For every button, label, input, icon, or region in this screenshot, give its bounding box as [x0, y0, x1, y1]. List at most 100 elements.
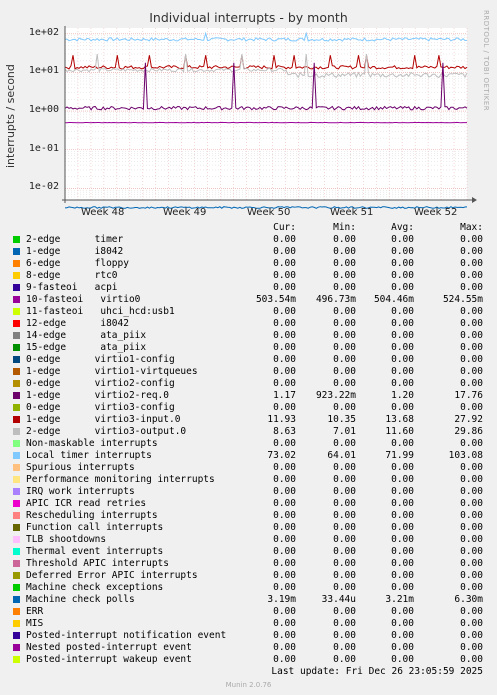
- legend-label: APIC ICR read retries: [26, 498, 147, 509]
- legend-avg: 0.00: [391, 558, 414, 569]
- legend-avg: 0.00: [391, 330, 414, 341]
- legend-swatch: [13, 488, 20, 495]
- legend-swatch: [13, 296, 20, 303]
- legend-avg: 0.00: [391, 510, 414, 521]
- legend-swatch: [13, 368, 20, 375]
- legend-max: 0.00: [460, 654, 483, 665]
- legend-row: Nested posted-interrupt event 0.00 0.00 0.0…: [0, 642, 497, 654]
- legend-swatch: [13, 464, 20, 471]
- legend-max: 0.00: [460, 606, 483, 617]
- legend-label: 6-edge floppy: [26, 258, 129, 269]
- y-tick-label: 1e-01: [28, 142, 59, 154]
- legend-max: 0.00: [460, 282, 483, 293]
- legend-max: 103.08: [448, 450, 483, 461]
- legend-avg: 0.00: [391, 654, 414, 665]
- legend-avg: 0.00: [391, 366, 414, 377]
- legend-max: 0.00: [460, 354, 483, 365]
- legend-label: Posted-interrupt notification event: [26, 630, 227, 641]
- legend-max: 0.00: [460, 618, 483, 629]
- legend-max: 0.00: [460, 342, 483, 353]
- legend-row: 6-edge floppy 0.00 0.00 0.00 0.00: [0, 258, 497, 270]
- legend-avg: 0.00: [391, 570, 414, 581]
- legend-max: 29.86: [454, 426, 483, 437]
- legend-swatch: [13, 632, 20, 639]
- col-max: Max:: [460, 222, 483, 233]
- legend-max: 0.00: [460, 438, 483, 449]
- legend-avg: 0.00: [391, 402, 414, 413]
- legend-avg: 0.00: [391, 318, 414, 329]
- legend-row: Deferred Error APIC interrupts 0.00 0.00 0.…: [0, 570, 497, 582]
- legend-row: ERR 0.00 0.00 0.00 0.00: [0, 606, 497, 618]
- legend-swatch: [13, 380, 20, 387]
- legend-swatch: [13, 608, 20, 615]
- legend-max: 524.55m: [442, 294, 483, 305]
- legend-label: 15-edge ata_piix: [26, 342, 147, 353]
- legend-avg: 11.60: [385, 426, 414, 437]
- legend-label: Local timer interrupts: [26, 450, 152, 461]
- legend-swatch: [13, 272, 20, 279]
- legend-swatch: [13, 260, 20, 267]
- legend-swatch: [13, 308, 20, 315]
- legend-label: ERR: [26, 606, 44, 617]
- legend-max: 0.00: [460, 570, 483, 581]
- legend-avg: 0.00: [391, 606, 414, 617]
- legend-row: 10-fasteoi virtio0 503.54m 496.73m 504.46m 5…: [0, 294, 497, 306]
- x-tick-label: Week 50: [247, 207, 291, 218]
- legend-label: 2-edge virtio3-output.0: [26, 426, 187, 437]
- legend-avg: 71.99: [385, 450, 414, 461]
- legend-max: 0.00: [460, 522, 483, 533]
- legend-max: 0.00: [460, 258, 483, 269]
- y-tick-label: 1e+00: [28, 104, 59, 116]
- legend-label: Performance monitoring interrupts: [26, 474, 215, 485]
- legend-row: 15-edge ata_piix 0.00 0.00 0.00 0.00: [0, 342, 497, 354]
- legend-avg: 0.00: [391, 630, 414, 641]
- legend-label: 2-edge timer: [26, 234, 124, 245]
- legend-max: 0.00: [460, 378, 483, 389]
- legend-swatch: [13, 452, 20, 459]
- legend-label: Thermal event interrupts: [26, 546, 164, 557]
- legend-row: Local timer interrupts 73.02 64.01 71.99 103…: [0, 450, 497, 462]
- legend-swatch: [13, 620, 20, 627]
- legend-max: 0.00: [460, 474, 483, 485]
- legend-max: 0.00: [460, 234, 483, 245]
- legend-label: 9-fasteoi acpi: [26, 282, 118, 293]
- legend-swatch: [13, 284, 20, 291]
- legend-row: 9-fasteoi acpi 0.00 0.00 0.00 0.00: [0, 282, 497, 294]
- legend-label: 1-edge virtio2-req.0: [26, 390, 169, 401]
- legend-max: 0.00: [460, 270, 483, 281]
- legend-row: TLB shootdowns 0.00 0.00 0.00 0.00: [0, 534, 497, 546]
- legend-swatch: [13, 356, 20, 363]
- legend-label: 11-fasteoi uhci_hcd:usb1: [26, 306, 175, 317]
- legend-row: Rescheduling interrupts 0.00 0.00 0.00 0.00: [0, 510, 497, 522]
- legend-label: TLB shootdowns: [26, 534, 107, 545]
- legend-row: 14-edge ata_piix 0.00 0.00 0.00 0.00: [0, 330, 497, 342]
- legend-max: 0.00: [460, 642, 483, 653]
- legend-row: 12-edge i8042 0.00 0.00 0.00 0.00: [0, 318, 497, 330]
- col-cur: Cur:: [273, 222, 296, 233]
- legend-row: Posted-interrupt wakeup event 0.00 0.00 0.0…: [0, 654, 497, 666]
- legend-swatch: [13, 392, 20, 399]
- interrupts-chart: [62, 26, 477, 209]
- legend-swatch: [13, 584, 20, 591]
- legend-max: 0.00: [460, 306, 483, 317]
- legend-label: Machine check exceptions: [26, 582, 164, 593]
- legend-max: 27.92: [454, 414, 483, 425]
- legend-row: 1-edge virtio2-req.0 1.17 923.22m 1.20 17.76: [0, 390, 497, 402]
- legend-max: 6.30m: [454, 594, 483, 605]
- legend-avg: 0.00: [391, 474, 414, 485]
- legend-label: 1-edge virtio1-virtqueues: [26, 366, 198, 377]
- legend-avg: 504.46m: [373, 294, 414, 305]
- x-tick-label: Week 49: [163, 207, 207, 218]
- legend-swatch: [13, 500, 20, 507]
- legend-avg: 0.00: [391, 486, 414, 497]
- col-avg: Avg:: [391, 222, 414, 233]
- legend-label: Non-maskable interrupts: [26, 438, 158, 449]
- legend-max: 0.00: [460, 510, 483, 521]
- legend-swatch: [13, 344, 20, 351]
- legend-avg: 0.00: [391, 534, 414, 545]
- legend-avg: 0.00: [391, 642, 414, 653]
- legend-swatch: [13, 404, 20, 411]
- legend-row: 0-edge virtio2-config 0.00 0.00 0.00 0.00: [0, 378, 497, 390]
- legend-avg: 0.00: [391, 270, 414, 281]
- legend-avg: 0.00: [391, 618, 414, 629]
